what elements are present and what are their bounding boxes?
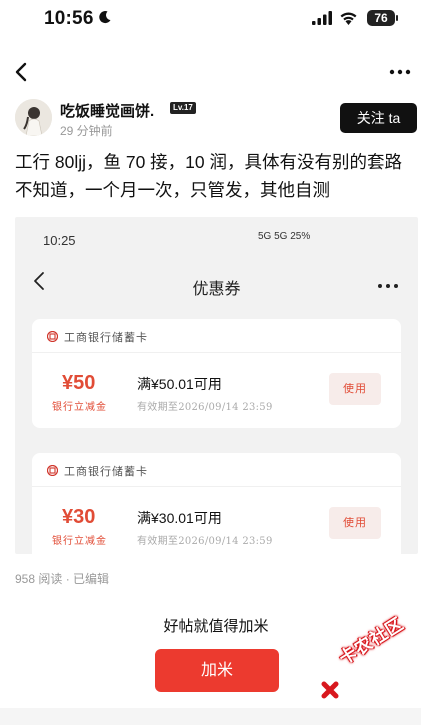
coupon-divider [32,486,401,487]
image-more-icon [378,284,398,288]
coupon-bank: 工商银行储蓄卡 [64,331,148,344]
add-rice-button[interactable]: 加米 [155,649,279,692]
wifi-icon [340,12,357,25]
back-arrow-icon[interactable] [12,60,30,84]
image-status-time: 10:25 [43,233,76,248]
post-image[interactable]: 10:25 5G 5G 25% 优惠券 工商银行储蓄卡 ¥50 银行立减金 满¥… [15,217,418,554]
signal-icon [312,11,332,25]
icbc-logo-icon [46,330,59,343]
coupon-bank-row: 工商银行储蓄卡 [46,329,148,345]
coupon-amount: ¥30 [62,506,96,528]
coupon-type: 银行立减金 [52,536,107,547]
coupon-card: 工商银行储蓄卡 ¥30 银行立减金 满¥30.01可用 有效期至2026/09/… [32,453,401,554]
image-page-title: 优惠券 [192,279,241,298]
post-time: 29 分钟前 [60,124,113,138]
coupon-bank-row: 工商银行储蓄卡 [46,463,148,479]
coupon-amount: ¥50 [62,372,96,394]
image-status-icons: 5G 5G 25% [258,231,311,242]
battery-icon: 76 [367,10,395,26]
status-time: 10:56 [44,8,94,29]
coupon-condition: 满¥50.01可用 [137,376,222,392]
author-name[interactable]: 吃饭睡觉画饼. [60,100,154,121]
avatar[interactable] [15,99,52,136]
coupon-card: 工商银行储蓄卡 ¥50 银行立减金 满¥50.01可用 有效期至2026/09/… [32,319,401,428]
moon-icon [99,11,111,24]
battery-tip [396,15,398,21]
avatar-illustration-icon [15,99,52,136]
coupon-condition: 满¥30.01可用 [137,510,222,526]
bottom-divider [0,708,421,725]
coupon-type: 银行立减金 [52,402,107,413]
level-badge: Lv.17 [170,102,196,114]
use-coupon-button: 使用 [329,373,381,405]
coupon-validity: 有效期至2026/09/14 23:59 [137,402,273,413]
icbc-logo-icon [46,464,59,477]
read-count: 958 阅读 · 已编辑 [15,572,110,586]
coupon-bank: 工商银行储蓄卡 [64,465,148,478]
more-options-icon[interactable] [388,68,412,76]
coupon-divider [32,352,401,353]
post-body: 工行 80ljj，鱼 70 接，10 润，具体有没有别的套路不知道，一个月一次，… [15,152,403,200]
use-coupon-button: 使用 [329,507,381,539]
follow-button[interactable]: 关注 ta [340,103,417,133]
coupon-validity: 有效期至2026/09/14 23:59 [137,536,273,547]
